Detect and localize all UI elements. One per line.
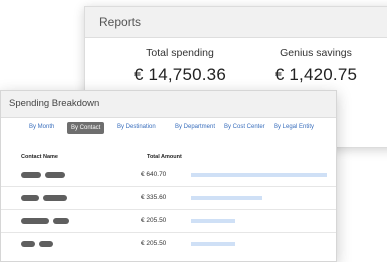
row-amount: € 205.50 [141, 217, 167, 224]
row-amount: € 640.70 [141, 171, 167, 178]
amount-bar [191, 173, 327, 177]
redacted-name [21, 195, 39, 201]
total-spending: Total spending € 14,750.36 [125, 47, 235, 85]
table-row[interactable]: € 335.60 [1, 186, 336, 209]
total-spending-value: € 14,750.36 [133, 65, 226, 84]
tab-by-legal-entity[interactable]: By Legal Entity [274, 124, 314, 130]
redacted-name [21, 172, 41, 178]
tab-by-destination[interactable]: By Destination [117, 124, 156, 130]
breakdown-tabs: By Month By Contact By Destination By De… [1, 118, 336, 142]
redacted-name [21, 218, 49, 224]
tab-by-month[interactable]: By Month [29, 124, 54, 130]
amount-bar [191, 219, 235, 223]
row-amount: € 205.50 [141, 240, 167, 247]
table-row[interactable]: € 640.70 [1, 164, 336, 186]
row-amount: € 335.60 [141, 194, 167, 201]
table-header: Contact Name Total Amount [1, 142, 336, 164]
tab-by-department[interactable]: By Department [175, 124, 215, 130]
table-row[interactable]: € 205.50 [1, 209, 336, 232]
redacted-name [21, 241, 35, 247]
amount-bar [191, 242, 235, 246]
genius-savings-value: € 1,420.75 [274, 65, 358, 84]
genius-savings: Genius savings € 1,420.75 [261, 47, 371, 85]
tab-by-contact[interactable]: By Contact [67, 122, 105, 134]
redacted-name [39, 241, 53, 247]
total-amount-header: Total Amount [147, 154, 182, 160]
spending-breakdown-card: Spending Breakdown By Month By Contact B… [0, 90, 337, 262]
redacted-name [43, 195, 67, 201]
amount-bar [191, 196, 262, 200]
total-spending-label: Total spending [146, 47, 214, 59]
reports-title: Reports [85, 7, 387, 38]
breakdown-title: Spending Breakdown [1, 91, 336, 118]
contact-name-header: Contact Name [21, 154, 58, 160]
tab-by-cost-center[interactable]: By Cost Center [224, 124, 265, 130]
genius-savings-label: Genius savings [280, 47, 352, 59]
redacted-name [53, 218, 69, 224]
redacted-name [45, 172, 65, 178]
